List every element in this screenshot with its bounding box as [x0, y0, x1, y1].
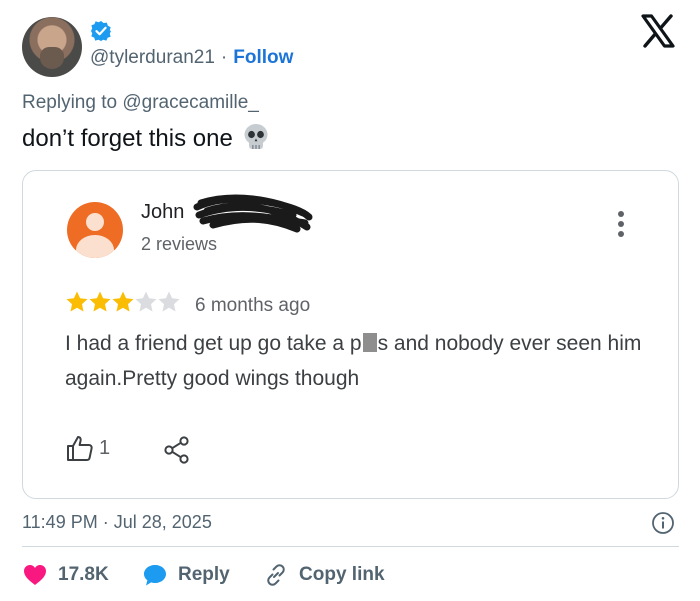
- tweet-timestamp[interactable]: 11:49 PM · Jul 28, 2025: [22, 512, 212, 533]
- star-filled-icon: [66, 291, 88, 312]
- censor-block: [362, 333, 377, 352]
- like-count: 17.8K: [58, 564, 109, 585]
- author-handle[interactable]: @tylerduran21: [90, 47, 215, 68]
- info-icon[interactable]: [651, 511, 675, 535]
- like-button[interactable]: 17.8K: [22, 562, 109, 588]
- copy-link-button[interactable]: Copy link: [263, 562, 385, 588]
- author-line: @tylerduran21 · Follow: [90, 47, 293, 69]
- star-rating: [65, 290, 180, 314]
- skull-icon: [244, 124, 268, 149]
- kebab-menu-icon[interactable]: [615, 211, 627, 243]
- star-filled-icon: [112, 291, 134, 312]
- avatar-head: [86, 213, 104, 231]
- review-screenshot-card[interactable]: John 2 reviews 6 months ago I had a frie…: [22, 170, 679, 499]
- x-logo-icon[interactable]: [640, 14, 676, 48]
- review-text-before: I had a friend get up go take a p: [65, 332, 362, 355]
- review-like-button[interactable]: 1: [65, 433, 110, 465]
- follow-button[interactable]: Follow: [233, 47, 293, 68]
- replying-prefix: Replying to: [22, 92, 118, 113]
- replying-to-line: Replying to @gracecamille_: [22, 92, 259, 114]
- avatar-body: [76, 235, 114, 258]
- replying-mention[interactable]: @gracecamille_: [122, 92, 259, 113]
- timestamp-separator: ·: [102, 512, 109, 532]
- tweet-text: don’t forget this one: [22, 122, 271, 153]
- author-avatar[interactable]: [22, 17, 82, 77]
- divider: [22, 546, 679, 547]
- tweet-time: 11:49 PM: [22, 512, 98, 532]
- review-like-count: 1: [99, 436, 111, 459]
- reviewer-name: John: [141, 201, 185, 223]
- avatar-beard: [40, 47, 64, 69]
- thumbs-up-icon: [67, 436, 93, 461]
- reply-label: Reply: [177, 564, 230, 585]
- review-age: 6 months ago: [195, 295, 311, 316]
- reviewer-review-count: 2 reviews: [141, 234, 218, 254]
- review-text: I had a friend get up go take a ps and n…: [65, 326, 655, 396]
- handle-separator: ·: [220, 47, 228, 68]
- reviewer-avatar: [67, 202, 123, 258]
- share-icon[interactable]: [163, 435, 191, 465]
- verified-badge-icon: [91, 21, 111, 41]
- heart-icon: [24, 565, 46, 585]
- star-filled-icon: [89, 291, 111, 312]
- link-icon: [267, 564, 285, 586]
- tweet-text-content: don’t forget this one: [22, 125, 233, 152]
- tweet-date: Jul 28, 2025: [113, 512, 212, 532]
- action-bar: 17.8K Reply Copy link: [22, 562, 413, 588]
- copy-link-label: Copy link: [299, 564, 385, 585]
- star-empty-icon: [158, 291, 180, 312]
- redaction-scribble: [193, 194, 313, 233]
- star-empty-icon: [135, 291, 157, 312]
- reply-icon: [143, 565, 166, 586]
- reply-button[interactable]: Reply: [142, 562, 230, 588]
